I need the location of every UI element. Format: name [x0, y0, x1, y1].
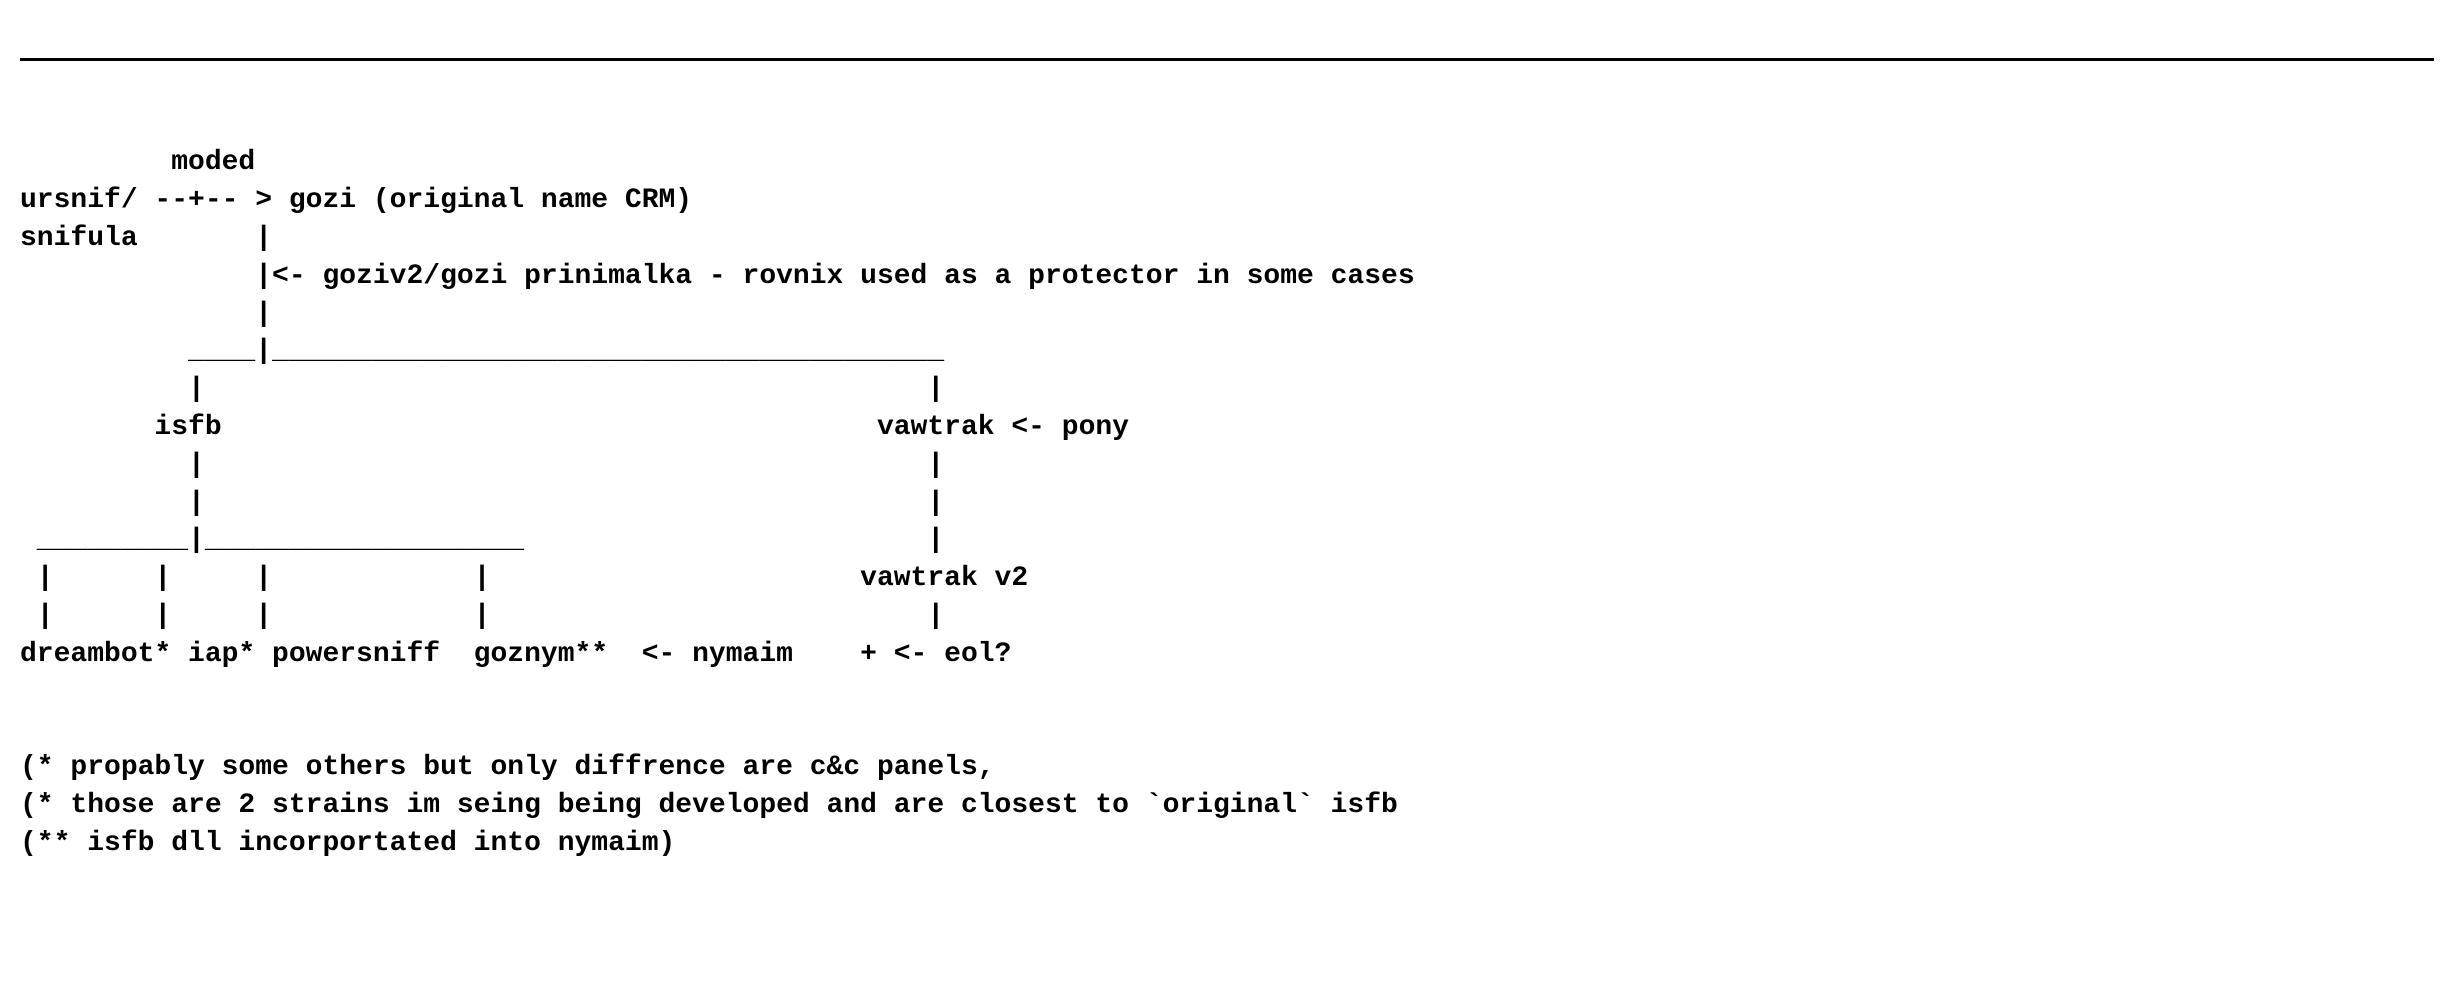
diagram-line: |<- goziv2/gozi prinimalka - rovnix used… [20, 261, 1415, 292]
diagram-line: snifula | [20, 223, 272, 254]
diagram-line: | | [20, 450, 944, 481]
ascii-diagram: moded ursnif/ --+-- > gozi (original nam… [20, 144, 2434, 862]
diagram-line: | | | | | [20, 601, 944, 632]
diagram-line: | | | | vawtrak v2 [20, 563, 1028, 594]
diagram-line: | | [20, 488, 944, 519]
diagram-line: ____|___________________________________… [20, 336, 944, 367]
footnote-line: (** isfb dll incorportated into nymaim) [20, 828, 675, 859]
diagram-line: | [20, 299, 272, 330]
diagram-line: isfb vawtrak <- pony [20, 412, 1129, 443]
diagram-line: moded [20, 147, 255, 178]
diagram-line: ursnif/ --+-- > gozi (original name CRM) [20, 185, 692, 216]
footnote-line: (* those are 2 strains im seing being de… [20, 790, 1398, 821]
footnote-line: (* propably some others but only diffren… [20, 752, 995, 783]
diagram-line: _________|___________________ | [20, 525, 944, 556]
diagram-line: | | [20, 374, 944, 405]
diagram-line: dreambot* iap* powersniff goznym** <- ny… [20, 639, 1011, 670]
